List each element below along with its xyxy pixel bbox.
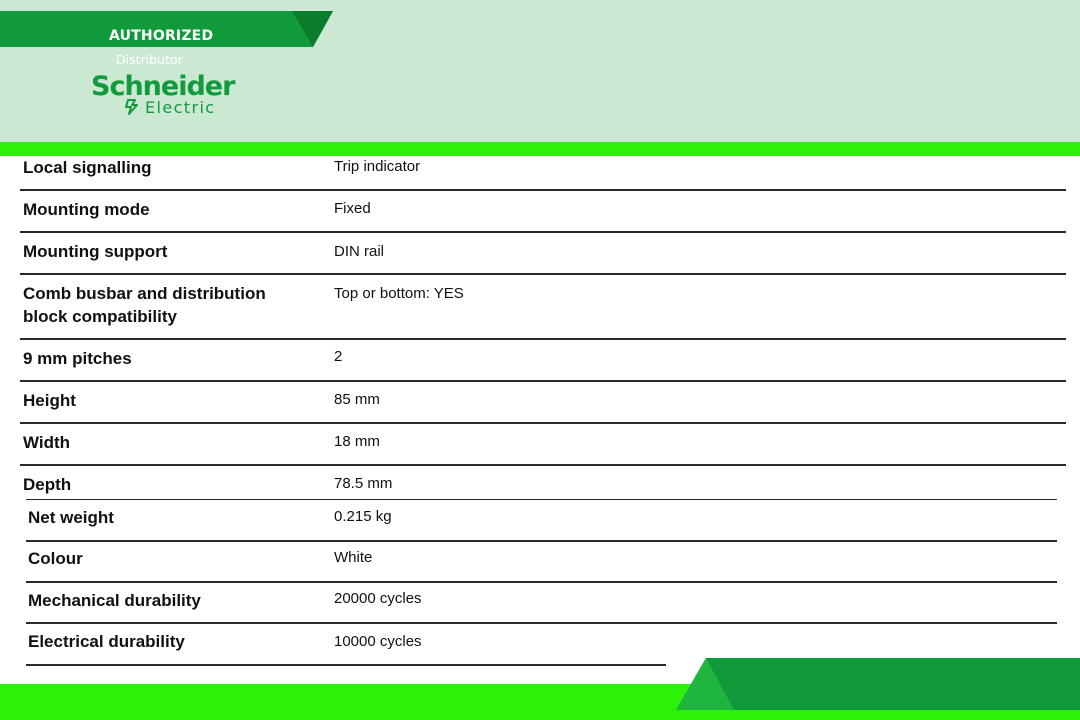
spec-value: 18 mm: [334, 433, 380, 450]
spec-label: Local signalling: [23, 158, 152, 177]
spec-row: 9 mm pitches 2: [20, 340, 1066, 382]
spec-value: 0.215 kg: [334, 508, 392, 525]
spec-row: Comb busbar and distribution block compa…: [20, 275, 1066, 340]
spec-label: Depth: [23, 475, 72, 494]
spec-value: DIN rail: [334, 243, 385, 260]
spec-label: Mounting support: [23, 242, 168, 261]
spec-row: Mechanical durability 20000 cycles: [26, 583, 1057, 624]
spec-label: Mechanical durability: [28, 591, 201, 610]
header-band: AUTHORIZED Distributor Schneider Electri…: [0, 0, 1080, 142]
spec-label: 9 mm pitches: [23, 349, 132, 368]
footer-corner-tab: [676, 658, 1080, 710]
spec-value: White: [334, 549, 373, 566]
spec-label: Electrical durability: [28, 632, 185, 651]
top-accent-stripe: [0, 142, 1080, 156]
spec-row: Net weight 0.215 kg: [26, 499, 1057, 542]
spec-label: Net weight: [28, 508, 114, 527]
spec-row: Electrical durability 10000 cycles: [26, 624, 666, 666]
spec-row: Height 85 mm: [20, 382, 1066, 424]
spec-row: Local signalling Trip indicator: [20, 156, 1066, 191]
spec-value: Trip indicator: [334, 158, 421, 175]
spec-label: Width: [23, 433, 71, 452]
spec-row: Width 18 mm: [20, 424, 1066, 466]
spec-label: Mounting mode: [23, 200, 150, 219]
spec-label: Height: [23, 391, 76, 410]
spec-label: Comb busbar and distribution: [23, 284, 266, 303]
authorized-label: AUTHORIZED: [109, 28, 214, 44]
spec-row: Colour White: [26, 542, 1057, 583]
spec-label-line2: block compatibility: [23, 307, 177, 326]
spec-value: Top or bottom: YES: [334, 285, 464, 302]
spec-value: 10000 cycles: [334, 633, 422, 650]
spec-row: Mounting support DIN rail: [20, 233, 1066, 275]
spec-row: Mounting mode Fixed: [20, 191, 1066, 233]
distributor-label: Distributor: [116, 52, 183, 67]
spec-value: 2: [334, 348, 343, 365]
spec-value: 85 mm: [334, 391, 380, 408]
schneider-electric-logo: Schneider Electric: [91, 72, 241, 120]
spec-value: 20000 cycles: [334, 590, 422, 607]
spec-value: Fixed: [334, 200, 371, 217]
spec-row: Depth 78.5 mm: [20, 466, 1066, 500]
spec-label: Colour: [28, 549, 83, 568]
schneider-logo-icon: [125, 99, 138, 115]
brand-sub: Electric: [145, 98, 216, 117]
spec-value: 78.5 mm: [334, 475, 393, 492]
